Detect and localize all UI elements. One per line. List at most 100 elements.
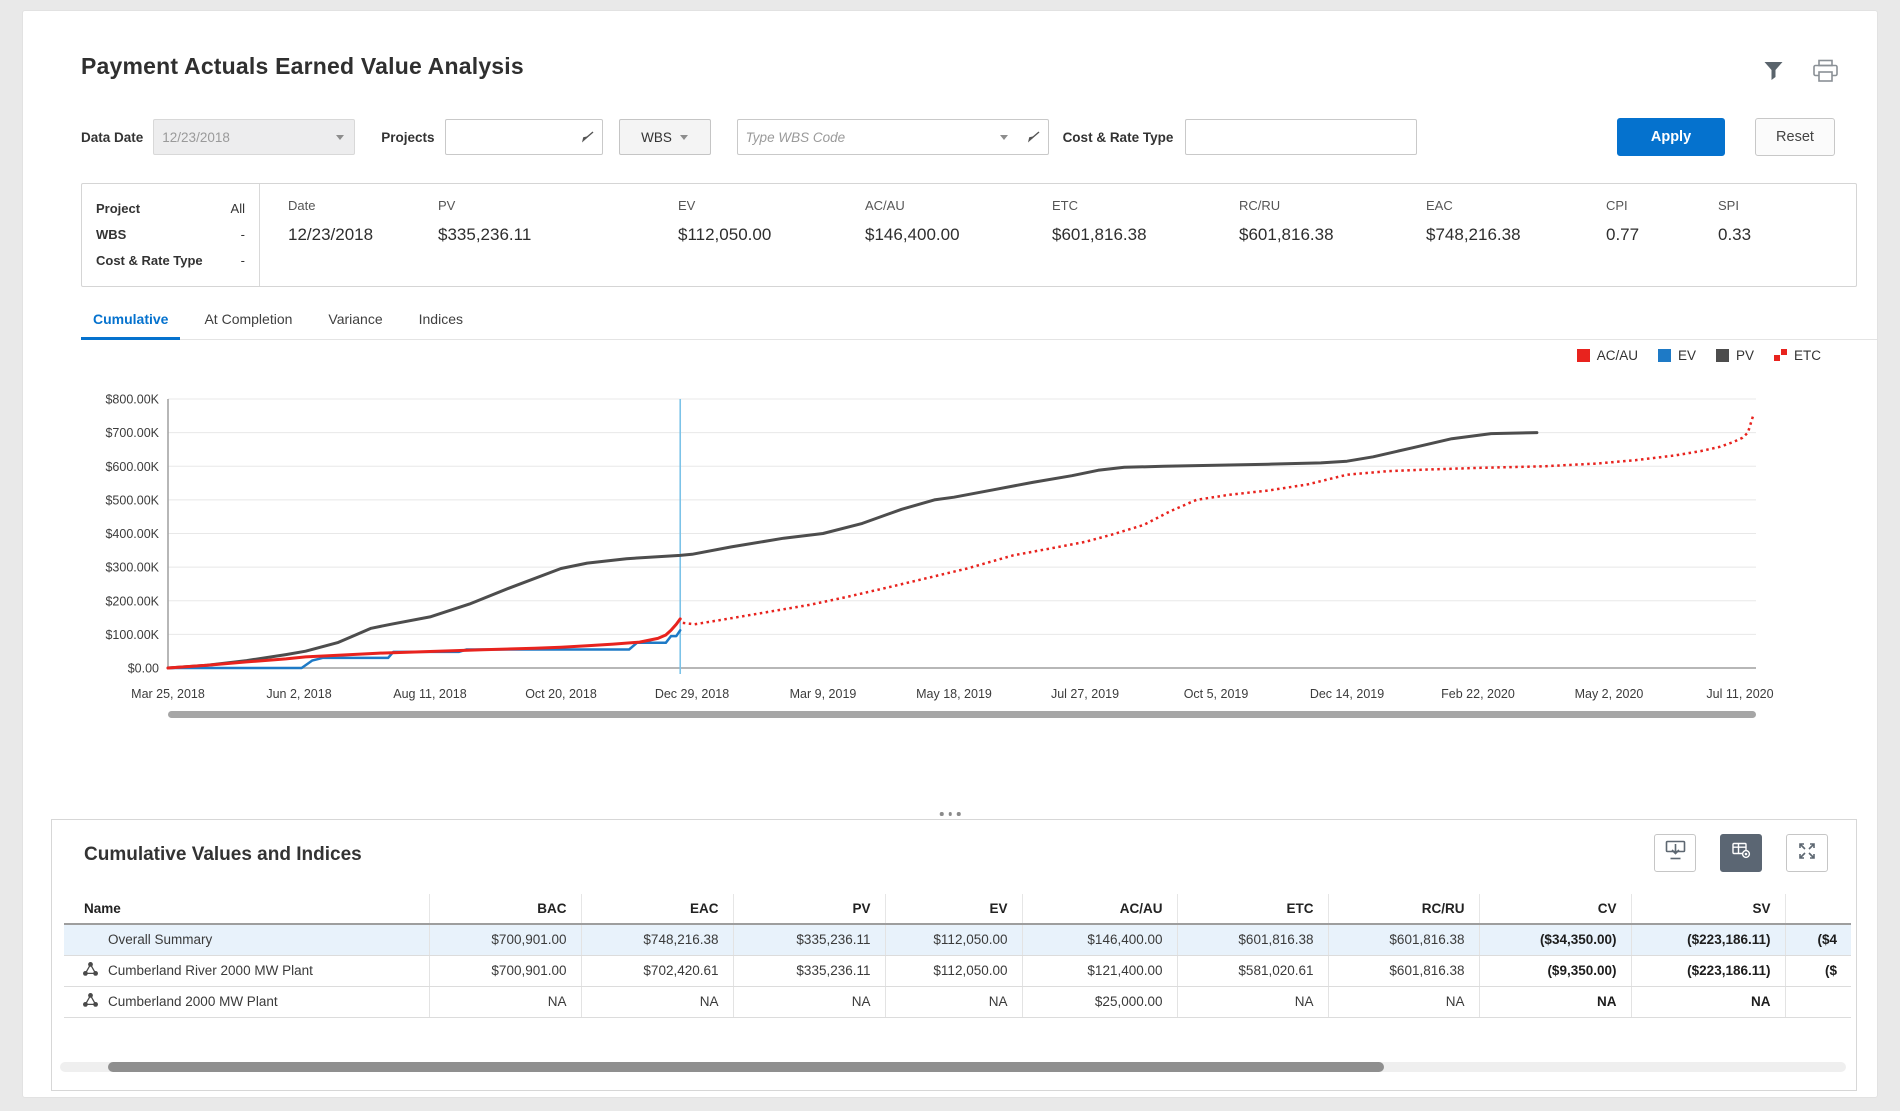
tab-at-completion[interactable]: At Completion xyxy=(192,303,304,340)
svg-text:Oct 5, 2019: Oct 5, 2019 xyxy=(1184,687,1249,701)
chart-scrollbar-thumb[interactable] xyxy=(168,711,1756,718)
table-row[interactable]: Cumberland 2000 MW PlantNANANANA$25,000.… xyxy=(64,986,1851,1017)
horizontal-scrollbar-track[interactable] xyxy=(60,1062,1846,1072)
data-date-select[interactable]: 12/23/2018 xyxy=(153,119,355,155)
column-header-ac-au[interactable]: AC/AU xyxy=(1022,894,1177,924)
cell-value: ($223,186.11) xyxy=(1631,924,1785,955)
svg-text:May 18, 2019: May 18, 2019 xyxy=(916,687,992,701)
cost-rate-type-label: Cost & Rate Type xyxy=(1063,130,1174,145)
cell-value: NA xyxy=(581,986,733,1017)
chevron-down-icon xyxy=(336,135,344,140)
summary-metric-cpi: CPI0.77 xyxy=(1606,198,1718,286)
column-header-sv[interactable]: SV xyxy=(1631,894,1785,924)
tab-cumulative[interactable]: Cumulative xyxy=(81,303,180,340)
wbs-dropdown[interactable]: WBS xyxy=(619,119,711,155)
cell-value: NA xyxy=(1631,986,1785,1017)
print-icon[interactable] xyxy=(1812,59,1839,88)
cell-value: NA xyxy=(1479,986,1631,1017)
tab-indices[interactable]: Indices xyxy=(407,303,475,340)
column-header-rc-ru[interactable]: RC/RU xyxy=(1328,894,1479,924)
table-row[interactable]: Overall Summary$700,901.00$748,216.38$33… xyxy=(64,924,1851,955)
expand-button[interactable] xyxy=(1786,834,1828,872)
column-header-bac[interactable]: BAC xyxy=(429,894,581,924)
metric-value: $601,816.38 xyxy=(1239,225,1426,245)
svg-text:Aug 11, 2018: Aug 11, 2018 xyxy=(393,687,466,701)
cell-value: $146,400.00 xyxy=(1022,924,1177,955)
cell-value: ($4 xyxy=(1785,924,1851,955)
scope-label-project: Project xyxy=(96,196,140,222)
pick-from-list-icon[interactable] xyxy=(1025,130,1041,147)
summary-strip: ProjectAllWBS-Cost & Rate Type- Date12/2… xyxy=(81,183,1857,287)
svg-text:$500.00K: $500.00K xyxy=(105,493,159,507)
column-header-eac[interactable]: EAC xyxy=(581,894,733,924)
cell-value: $25,000.00 xyxy=(1022,986,1177,1017)
column-header-cv[interactable]: CV xyxy=(1479,894,1631,924)
apply-button[interactable]: Apply xyxy=(1617,118,1725,156)
metric-label: EAC xyxy=(1426,198,1606,213)
cell-value: NA xyxy=(733,986,885,1017)
column-header-etc[interactable]: ETC xyxy=(1177,894,1328,924)
tab-variance[interactable]: Variance xyxy=(316,303,394,340)
cell-value: NA xyxy=(885,986,1022,1017)
scope-value-wbs: - xyxy=(241,222,245,248)
svg-text:$300.00K: $300.00K xyxy=(105,561,159,575)
series-pv xyxy=(168,433,1537,668)
panel-splitter-handle[interactable] xyxy=(930,808,971,820)
values-table: NameBACEACPVEVAC/AUETCRC/RUCVSV Overall … xyxy=(64,894,1851,1018)
series-ac-au xyxy=(168,619,680,668)
chevron-down-icon xyxy=(1000,135,1008,140)
column-header-name[interactable]: Name xyxy=(64,894,429,924)
horizontal-scrollbar-thumb[interactable] xyxy=(108,1062,1384,1072)
table-settings-button[interactable] xyxy=(1720,834,1762,872)
chart-legend: AC/AU EV PV ETC xyxy=(1577,348,1821,363)
pick-from-list-icon[interactable] xyxy=(579,130,595,147)
swatch-icon xyxy=(1716,349,1729,362)
metric-value: $112,050.00 xyxy=(678,225,865,245)
scope-value-project: All xyxy=(231,196,245,222)
cell-value: $601,816.38 xyxy=(1328,955,1479,986)
swatch-icon xyxy=(1658,349,1671,362)
wbs-code-input[interactable]: Type WBS Code xyxy=(737,119,1049,155)
table-gear-icon xyxy=(1731,841,1752,865)
filter-bar: Data Date 12/23/2018 Projects WBS Type W… xyxy=(81,117,1835,157)
cell-value: $335,236.11 xyxy=(733,924,885,955)
cell-value: ($34,350.00) xyxy=(1479,924,1631,955)
column-header-pv[interactable]: PV xyxy=(733,894,885,924)
summary-metric-spi: SPI0.33 xyxy=(1718,198,1808,286)
svg-text:$800.00K: $800.00K xyxy=(105,393,159,407)
cost-rate-type-input[interactable] xyxy=(1185,119,1417,155)
legend-label: AC/AU xyxy=(1597,348,1638,363)
download-button[interactable] xyxy=(1654,834,1696,872)
summary-scope-row: WBS - xyxy=(96,222,245,248)
svg-text:$200.00K: $200.00K xyxy=(105,594,159,608)
column-header-ev[interactable]: EV xyxy=(885,894,1022,924)
summary-metric-pv: PV$335,236.11 xyxy=(438,198,678,286)
scope-value-cost-rate-type: - xyxy=(241,248,245,274)
svg-text:Jul 27, 2019: Jul 27, 2019 xyxy=(1051,687,1119,701)
cell-value: $112,050.00 xyxy=(885,924,1022,955)
cell-value: NA xyxy=(1328,986,1479,1017)
legend-item-ev[interactable]: EV xyxy=(1658,348,1696,363)
metric-label: AC/AU xyxy=(865,198,1052,213)
legend-item-pv[interactable]: PV xyxy=(1716,348,1754,363)
cell-value: ($223,186.11) xyxy=(1631,955,1785,986)
reset-button[interactable]: Reset xyxy=(1755,118,1835,156)
svg-text:$400.00K: $400.00K xyxy=(105,527,159,541)
table-row[interactable]: Cumberland River 2000 MW Plant$700,901.0… xyxy=(64,955,1851,986)
cell-value: ($9,350.00) xyxy=(1479,955,1631,986)
swatch-icon xyxy=(1577,349,1590,362)
svg-text:Dec 14, 2019: Dec 14, 2019 xyxy=(1310,687,1384,701)
evm-chart: $0.00$100.00K$200.00K$300.00K$400.00K$50… xyxy=(91,386,1861,731)
legend-item-ac-au[interactable]: AC/AU xyxy=(1577,348,1638,363)
scope-label-wbs: WBS xyxy=(96,222,126,248)
filter-icon[interactable] xyxy=(1763,61,1784,86)
metric-value: 12/23/2018 xyxy=(288,225,438,245)
column-header-blank[interactable] xyxy=(1785,894,1851,924)
page-title: Payment Actuals Earned Value Analysis xyxy=(81,53,524,80)
projects-input[interactable] xyxy=(445,119,603,155)
summary-metric-ac-au: AC/AU$146,400.00 xyxy=(865,198,1052,286)
expand-icon xyxy=(1797,841,1817,866)
cell-value: $581,020.61 xyxy=(1177,955,1328,986)
svg-text:$600.00K: $600.00K xyxy=(105,460,159,474)
legend-item-etc[interactable]: ETC xyxy=(1774,348,1821,363)
